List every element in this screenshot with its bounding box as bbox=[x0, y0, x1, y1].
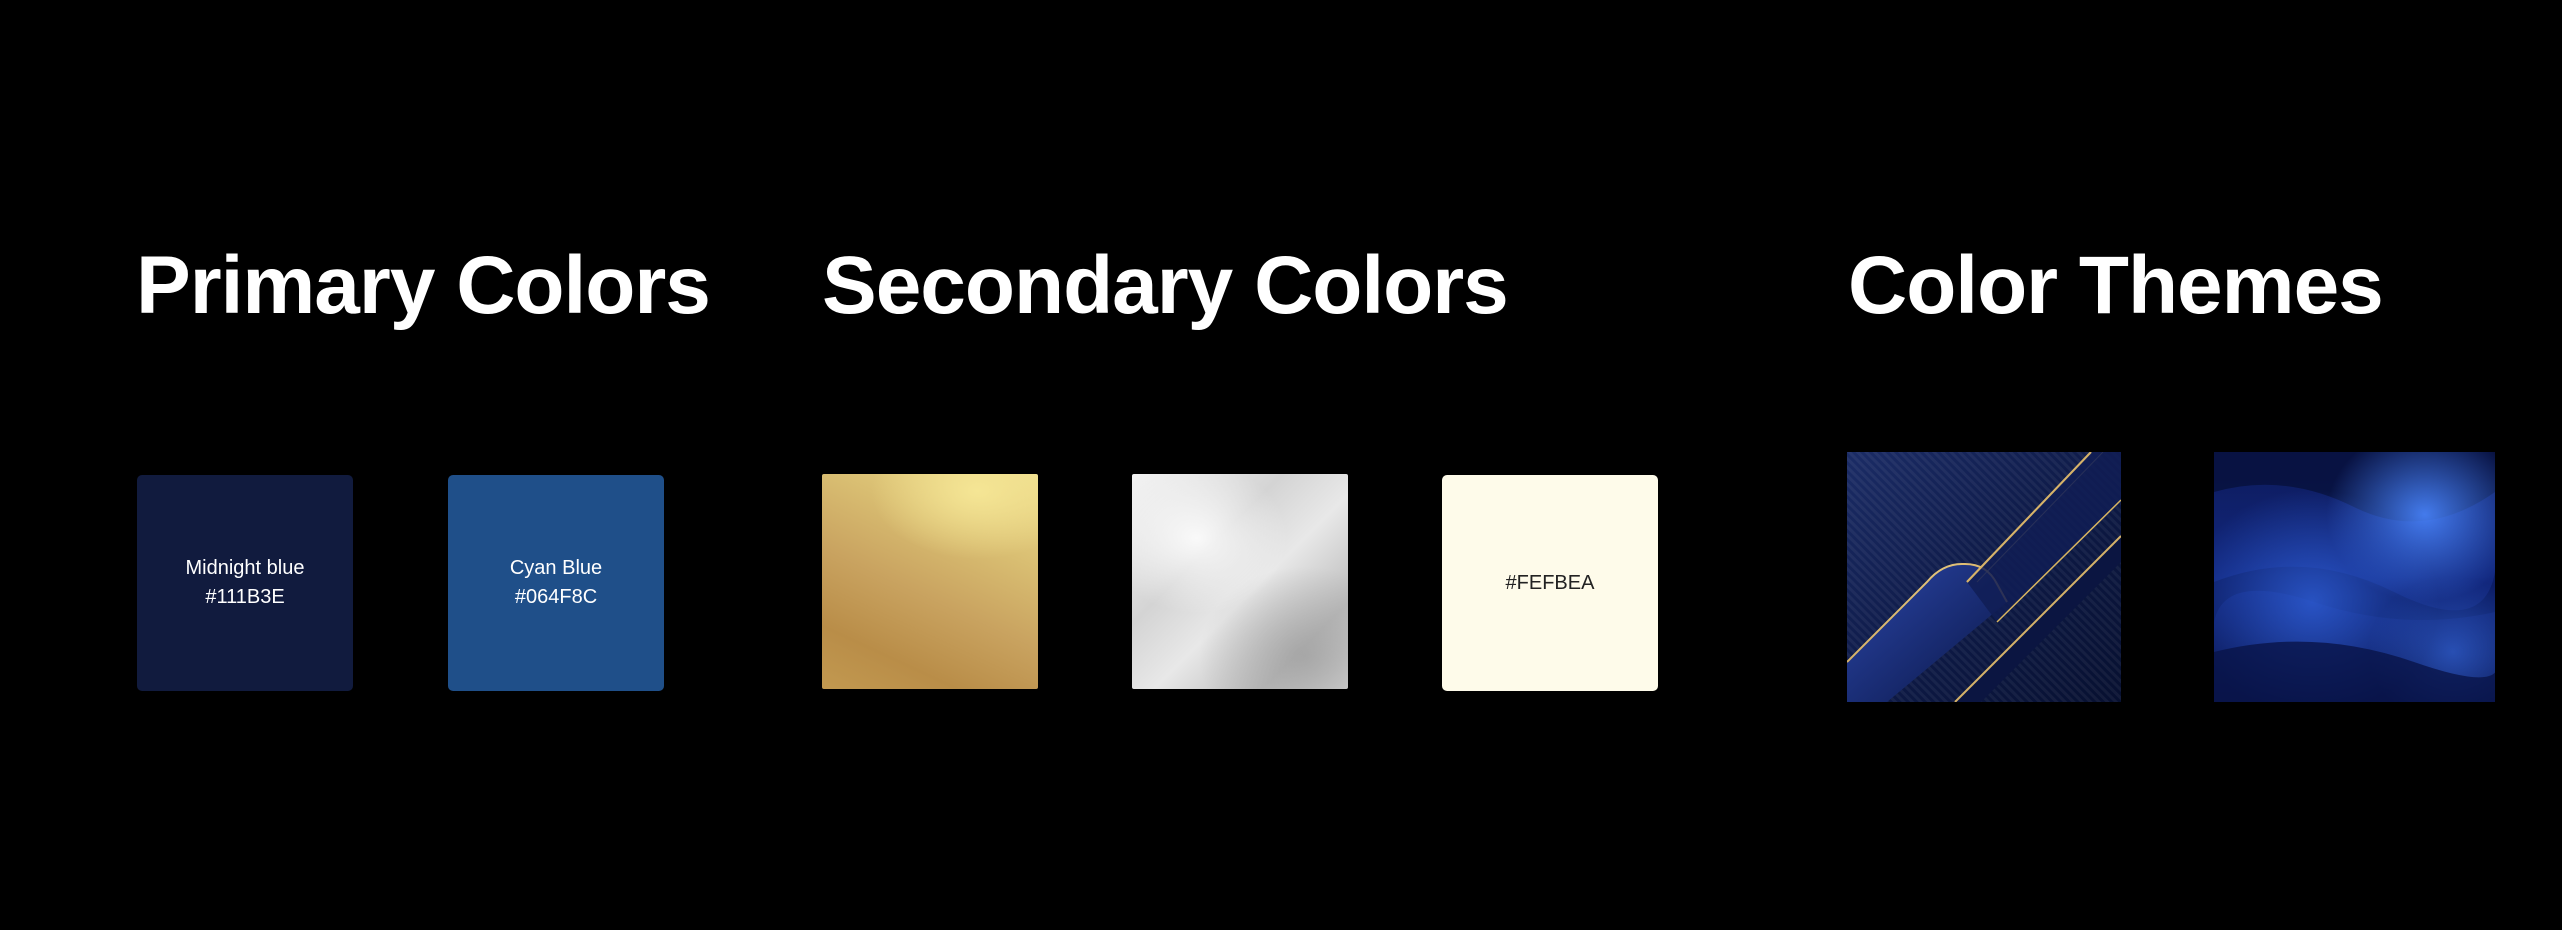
color-themes-heading: Color Themes bbox=[1848, 240, 2384, 331]
navy-gold-theme-image bbox=[1847, 452, 2121, 702]
cream-swatch: #FEFBEA bbox=[1442, 475, 1658, 691]
primary-colors-heading: Primary Colors bbox=[136, 240, 711, 331]
swatch-name: Cyan Blue bbox=[509, 557, 603, 579]
secondary-colors-heading: Secondary Colors bbox=[822, 240, 1509, 331]
gold-texture-swatch bbox=[822, 474, 1038, 689]
swatch-name: Midnight blue bbox=[185, 557, 305, 579]
silver-texture-swatch bbox=[1132, 474, 1348, 689]
cyan-blue-swatch: Cyan Blue #064F8C bbox=[448, 475, 664, 691]
swatch-hex: #064F8C bbox=[514, 586, 598, 608]
blue-silk-theme-image bbox=[2214, 452, 2495, 702]
swatch-hex: #FEFBEA bbox=[1505, 571, 1595, 594]
midnight-blue-swatch: Midnight blue #111B3E bbox=[137, 475, 353, 691]
swatch-hex: #111B3E bbox=[205, 586, 285, 608]
